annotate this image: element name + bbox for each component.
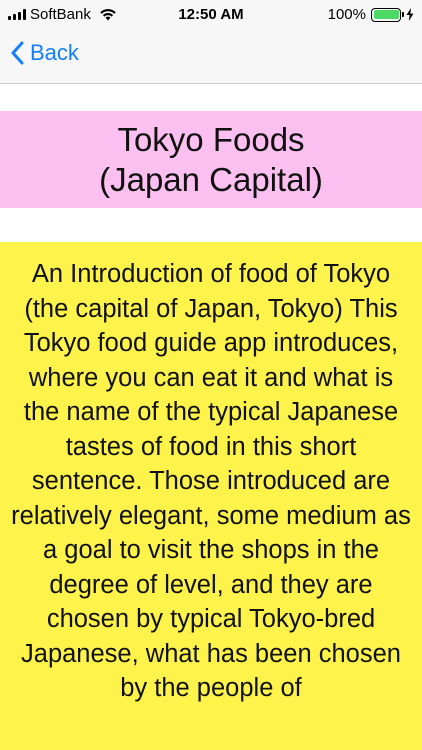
battery-percent: 100%: [327, 6, 366, 23]
status-right: 100%: [328, 6, 414, 23]
description-text: An Introduction of food of Tokyo (the ca…: [11, 260, 411, 702]
battery-level-fill: [373, 10, 399, 19]
description-panel[interactable]: An Introduction of food of Tokyo (the ca…: [0, 242, 422, 750]
status-bar: SoftBank 12:50 AM 100%: [0, 0, 422, 30]
chevron-left-icon: [11, 41, 24, 65]
title-banner: Tokyo Foods (Japan Capital): [0, 111, 422, 208]
back-button-label: Back: [30, 40, 79, 65]
page-title: Tokyo Foods (Japan Capital): [99, 120, 323, 198]
navigation-bar: Back: [0, 30, 422, 84]
back-button[interactable]: Back: [10, 40, 79, 66]
app-screen: SoftBank 12:50 AM 100% Back Tokyo Foods …: [0, 0, 422, 750]
charging-bolt-icon: [406, 8, 414, 21]
battery-icon: [371, 7, 404, 22]
